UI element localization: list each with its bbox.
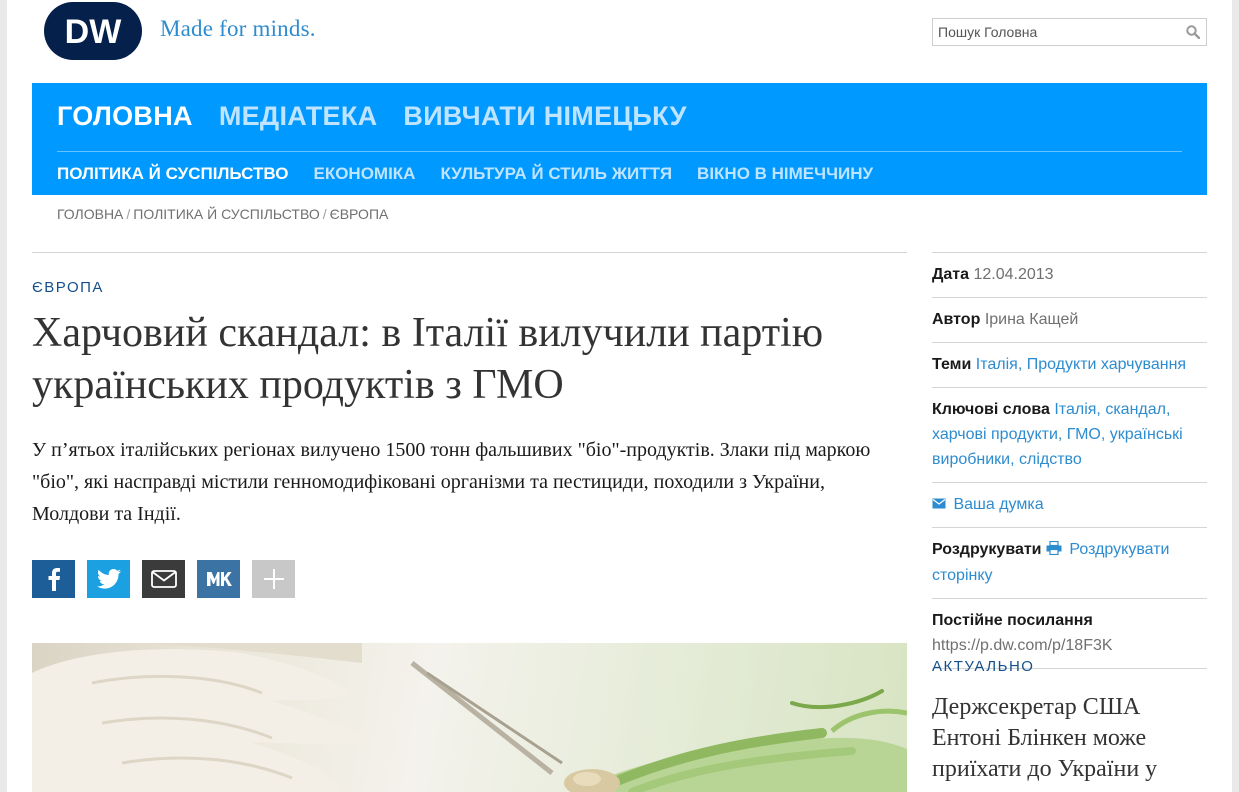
permalink-value[interactable]: https://p.dw.com/p/18F3K bbox=[932, 633, 1207, 658]
subnav-item-economy[interactable]: ЕКОНОМІКА bbox=[313, 164, 415, 184]
topics-label: Теми bbox=[932, 356, 972, 373]
facebook-icon bbox=[48, 568, 60, 591]
article-headline: Харчовий скандал: в Італії вилучили парт… bbox=[32, 310, 824, 408]
meta-keywords: Ключові слова Італія, скандал, харчові п… bbox=[932, 387, 1207, 482]
author-label: Автор bbox=[932, 311, 981, 328]
meta-author: Автор Ірина Кащей bbox=[932, 297, 1207, 342]
meta-print: Роздрукувати Роздрукувати сторінку bbox=[932, 527, 1207, 597]
author-value: Ірина Кащей bbox=[984, 311, 1079, 328]
printer-icon bbox=[1046, 538, 1062, 563]
article-kicker[interactable]: ЄВРОПА bbox=[32, 279, 104, 296]
meta-date: Дата 12.04.2013 bbox=[932, 252, 1207, 297]
breadcrumb: ГОЛОВНА / ПОЛІТИКА Й СУСПІЛЬСТВО / ЄВРОПА bbox=[57, 206, 388, 222]
facebook-share-button[interactable] bbox=[32, 560, 75, 598]
plus-icon bbox=[263, 569, 284, 589]
twitter-share-button[interactable] bbox=[87, 560, 130, 598]
actual-article-title[interactable]: Держсекретар США Ентоні Блінкен може при… bbox=[932, 692, 1202, 785]
article-teaser: У п’ятьох італійських регіонах вилучено … bbox=[32, 439, 871, 525]
nav-divider bbox=[57, 151, 1182, 152]
envelope-icon bbox=[932, 492, 946, 517]
email-share-button[interactable] bbox=[142, 560, 185, 598]
meta-feedback: Ваша думка bbox=[932, 482, 1207, 527]
vk-share-button[interactable] bbox=[197, 560, 240, 598]
vk-icon bbox=[206, 572, 232, 586]
more-share-button[interactable] bbox=[252, 560, 295, 598]
article-hero-image[interactable] bbox=[32, 643, 907, 792]
search-box[interactable] bbox=[932, 18, 1207, 46]
print-label: Роздрукувати bbox=[932, 541, 1042, 559]
actual-section-label: АКТУАЛЬНО bbox=[932, 658, 1035, 675]
hero-illustration bbox=[32, 643, 907, 792]
breadcrumb-separator: / bbox=[126, 206, 131, 222]
email-icon bbox=[150, 570, 177, 588]
date-label: Дата bbox=[932, 266, 970, 283]
article-sidebar: Дата 12.04.2013 Автор Ірина Кащей Теми І… bbox=[932, 252, 1207, 669]
nav-item-mediateka[interactable]: МЕДІАТЕКА bbox=[219, 101, 378, 132]
feedback-link[interactable]: Ваша думка bbox=[953, 496, 1043, 513]
dw-logo[interactable]: DW bbox=[44, 2, 142, 60]
page: DW Made for minds. ГОЛОВНА МЕДІАТЕКА ВИВ… bbox=[7, 0, 1232, 792]
breadcrumb-item-europe[interactable]: ЄВРОПА bbox=[330, 206, 389, 222]
logo-text: DW bbox=[65, 13, 123, 51]
search-icon[interactable] bbox=[1180, 19, 1206, 45]
primary-nav: ГОЛОВНА МЕДІАТЕКА ВИВЧАТИ НІМЕЦЬКУ bbox=[57, 101, 687, 132]
subnav-item-politics[interactable]: ПОЛІТИКА Й СУСПІЛЬСТВО bbox=[57, 164, 288, 184]
date-value: 12.04.2013 bbox=[973, 266, 1054, 283]
nav-item-learn-german[interactable]: ВИВЧАТИ НІМЕЦЬКУ bbox=[403, 101, 686, 132]
content-divider bbox=[32, 252, 907, 253]
topics-links[interactable]: Італія, Продукти харчування bbox=[976, 356, 1186, 373]
permalink-label: Постійне посилання bbox=[932, 611, 1093, 629]
nav-item-golovna[interactable]: ГОЛОВНА bbox=[57, 101, 193, 132]
keywords-label: Ключові слова bbox=[932, 401, 1050, 418]
search-input[interactable] bbox=[933, 19, 1180, 45]
main-navigation: ГОЛОВНА МЕДІАТЕКА ВИВЧАТИ НІМЕЦЬКУ ПОЛІТ… bbox=[32, 83, 1207, 195]
breadcrumb-item-politics[interactable]: ПОЛІТИКА Й СУСПІЛЬСТВО bbox=[133, 206, 319, 222]
share-buttons bbox=[32, 560, 295, 598]
secondary-nav: ПОЛІТИКА Й СУСПІЛЬСТВО ЕКОНОМІКА КУЛЬТУР… bbox=[57, 164, 873, 184]
subnav-item-window-germany[interactable]: ВІКНО В НІМЕЧЧИНУ bbox=[697, 164, 873, 184]
breadcrumb-item-home[interactable]: ГОЛОВНА bbox=[57, 206, 123, 222]
subnav-item-culture[interactable]: КУЛЬТУРА Й СТИЛЬ ЖИТТЯ bbox=[440, 164, 672, 184]
twitter-icon bbox=[96, 569, 121, 589]
breadcrumb-separator: / bbox=[322, 206, 327, 222]
tagline: Made for minds. bbox=[160, 16, 316, 41]
meta-topics: Теми Італія, Продукти харчування bbox=[932, 342, 1207, 387]
